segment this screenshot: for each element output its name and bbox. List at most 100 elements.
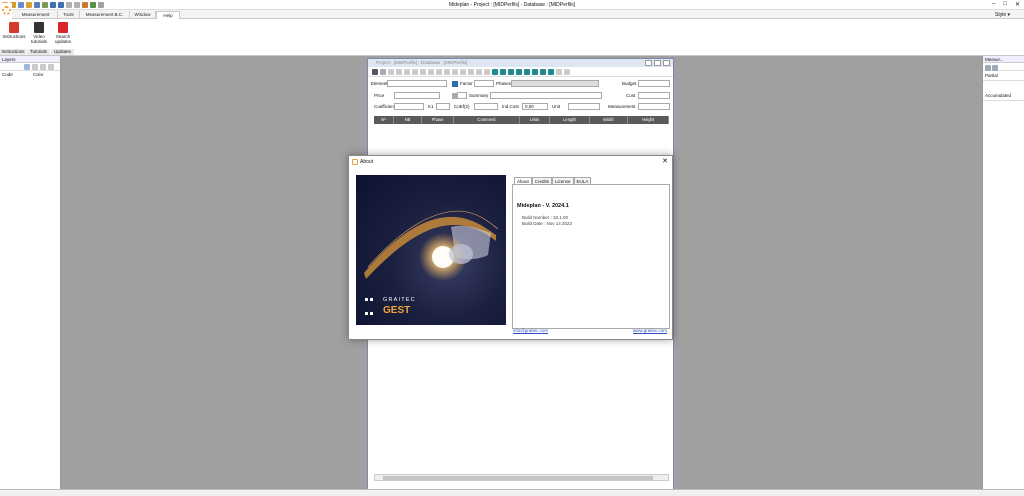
undo-icon[interactable] — [50, 2, 56, 8]
layers-toolbar — [0, 63, 60, 71]
measurement-field[interactable] — [638, 103, 670, 110]
tab-measurement-bc[interactable]: Measurement B.C. — [80, 11, 130, 19]
column-code[interactable]: Code — [2, 72, 13, 77]
grid-col-nb[interactable]: NB — [394, 116, 422, 124]
grid-col-phase[interactable]: Phase — [422, 116, 454, 124]
link-icon[interactable] — [508, 68, 514, 75]
add-layer-icon[interactable] — [24, 64, 30, 70]
grid-col-width[interactable]: Width — [590, 116, 628, 124]
pdf-export-icon[interactable] — [532, 68, 538, 75]
measurement-grid-header: Nº NB Phase Comment Units Length Width H… — [374, 116, 669, 124]
cut-icon[interactable] — [66, 2, 72, 8]
open-icon[interactable] — [372, 68, 378, 75]
cost-label: Cost — [626, 93, 636, 98]
grid-col-length[interactable]: Length — [550, 116, 590, 124]
folder-icon[interactable] — [26, 2, 32, 8]
search-updates-button[interactable]: Search updates — [51, 22, 75, 44]
price-field[interactable] — [394, 92, 440, 99]
copy-icon[interactable] — [404, 68, 410, 75]
import-icon[interactable] — [500, 68, 506, 75]
layer-options-icon[interactable] — [48, 64, 54, 70]
video-tutorials-button[interactable]: Video tutorials — [27, 22, 51, 44]
help-icon[interactable] — [564, 68, 570, 75]
k1-field[interactable] — [436, 103, 450, 110]
paste-icon[interactable] — [412, 68, 418, 75]
k2-field[interactable] — [474, 103, 498, 110]
undo-icon[interactable] — [388, 68, 394, 75]
customize-icon[interactable] — [98, 2, 104, 8]
budget-field[interactable] — [638, 80, 670, 87]
grid-icon[interactable] — [476, 68, 482, 75]
calc-icon[interactable] — [452, 68, 458, 75]
maximize-icon[interactable]: □ — [1003, 1, 1007, 8]
horizontal-scrollbar[interactable] — [374, 474, 669, 481]
save-icon[interactable] — [34, 2, 40, 8]
close-icon[interactable]: ✕ — [662, 156, 668, 168]
grid-col-height[interactable]: Height — [628, 116, 669, 124]
scrollbar-thumb[interactable] — [383, 476, 653, 480]
measurement-panel-title: Measur... — [983, 56, 1024, 63]
edit-layer-icon[interactable] — [32, 64, 38, 70]
element-field[interactable] — [387, 80, 447, 87]
ud-field[interactable] — [457, 92, 467, 99]
tab-window[interactable]: Window — [130, 11, 156, 19]
tab-tools[interactable]: Tools — [58, 11, 80, 19]
ind-cost-field[interactable]: 0,00 — [522, 103, 548, 110]
delete-layer-icon[interactable] — [40, 64, 46, 70]
email-link[interactable]: info@graitec.com — [513, 328, 548, 333]
project-window-titlebar: Project : [MIDPerfils] - Database : [MID… — [368, 59, 673, 67]
cost-field[interactable] — [638, 92, 670, 99]
close-icon[interactable] — [663, 60, 670, 66]
unit-field[interactable] — [568, 103, 600, 110]
website-link[interactable]: www.graitec.com — [633, 328, 667, 333]
grid-col-no[interactable]: Nº — [374, 116, 394, 124]
grid-col-comment[interactable]: Comment — [454, 116, 520, 124]
about-title: About — [360, 159, 374, 165]
measure-icon[interactable] — [484, 68, 490, 75]
report-icon[interactable] — [540, 68, 546, 75]
copy-icon[interactable] — [74, 2, 80, 8]
sort-icon[interactable] — [444, 68, 450, 75]
dwg-icon[interactable] — [516, 68, 522, 75]
check-icon[interactable] — [985, 65, 991, 71]
minimize-icon[interactable] — [645, 60, 652, 66]
redo-icon[interactable] — [396, 68, 402, 75]
export-icon[interactable] — [492, 68, 498, 75]
find-icon[interactable] — [90, 2, 96, 8]
app-menu-icon — [1, 6, 11, 15]
tab-help[interactable]: Help — [156, 11, 180, 19]
edit-icon[interactable] — [380, 68, 386, 75]
minimize-icon[interactable]: – — [992, 1, 995, 8]
zoom-icon[interactable] — [460, 68, 466, 75]
phases-label: Phases — [496, 81, 512, 86]
ifc-icon[interactable] — [524, 68, 530, 75]
style-menu[interactable]: Style ▾ — [995, 12, 1010, 18]
insert-icon[interactable] — [428, 68, 434, 75]
layer-icon[interactable] — [468, 68, 474, 75]
window-controls: – □ ✕ — [992, 1, 1020, 8]
tab-measurement[interactable]: Measurement — [14, 11, 58, 19]
chart-icon[interactable] — [548, 68, 554, 75]
print-icon[interactable] — [42, 2, 48, 8]
redo-icon[interactable] — [58, 2, 64, 8]
delete-icon[interactable] — [420, 68, 426, 75]
factor-icon[interactable] — [452, 81, 458, 87]
close-icon[interactable]: ✕ — [1015, 1, 1020, 8]
settings-icon[interactable] — [992, 65, 999, 71]
coefficient-field[interactable] — [394, 103, 424, 110]
restore-icon[interactable] — [654, 60, 661, 66]
open-icon[interactable] — [18, 2, 24, 8]
element-label: Element — [371, 81, 388, 86]
application-button[interactable] — [0, 3, 12, 19]
phases-field[interactable] — [511, 80, 599, 87]
tools-icon[interactable] — [556, 68, 562, 75]
filter-icon[interactable] — [436, 68, 442, 75]
title-bar: Mideplan - Project : [MIDPerfils] - Data… — [0, 0, 1024, 10]
factor-field[interactable] — [474, 80, 494, 87]
build-number: Build Number : 18.1.00 — [522, 215, 569, 220]
paste-icon[interactable] — [82, 2, 88, 8]
column-color[interactable]: Color — [33, 72, 44, 77]
summary-field[interactable] — [490, 92, 602, 99]
grid-col-units[interactable]: Units — [520, 116, 550, 124]
instructions-button[interactable]: Instructions — [2, 22, 26, 39]
